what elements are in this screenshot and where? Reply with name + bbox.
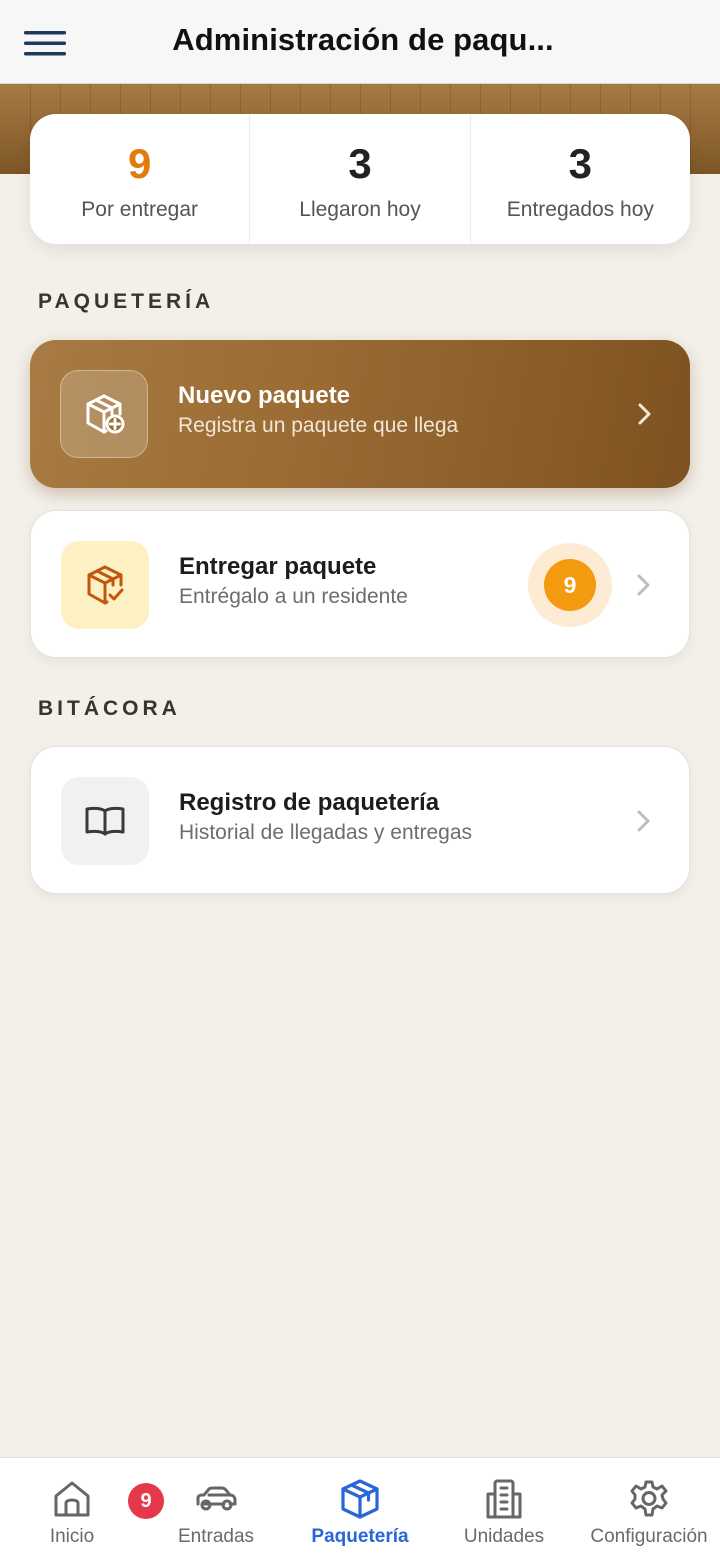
package-log-button[interactable]: Registro de paquetería Historial de lleg… <box>30 746 690 894</box>
stat-label: Entregados hoy <box>506 198 654 221</box>
stat-label: Por entregar <box>81 198 199 221</box>
card-subtitle: Registra un paquete que llega <box>178 414 459 437</box>
tab-configuracion[interactable]: Configuración <box>582 1458 716 1558</box>
package-icon <box>341 1479 379 1519</box>
new-package-button[interactable]: Nuevo paquete Registra un paquete que ll… <box>30 340 690 488</box>
tab-unidades[interactable]: Unidades <box>444 1458 564 1558</box>
tab-paqueteria[interactable]: Paquetería <box>300 1458 420 1558</box>
card-title: Registro de paquetería <box>179 789 440 816</box>
stat-value: 3 <box>568 140 592 187</box>
stat-por-entregar: 9 Por entregar <box>30 114 249 244</box>
package-check-icon <box>87 565 124 605</box>
home-icon <box>54 1481 90 1517</box>
card-title: Nuevo paquete <box>178 382 351 409</box>
bottom-tab-bar: Inicio Entradas 9 Paquetería Unidades Co… <box>0 1457 720 1558</box>
section-title-paqueteria: PAQUETERÍA <box>38 290 215 313</box>
stats-card: 9 Por entregar 3 Llegaron hoy 3 Entregad… <box>30 114 690 244</box>
pending-count-badge: 9 <box>528 543 612 627</box>
building-icon <box>486 1479 522 1519</box>
car-icon <box>196 1486 237 1511</box>
stat-label: Llegaron hoy <box>299 198 421 221</box>
chevron-right-icon <box>638 403 651 425</box>
tab-label: Unidades <box>463 1526 545 1547</box>
tab-label: Entradas <box>177 1526 255 1547</box>
stat-value: 3 <box>348 140 372 187</box>
chevron-right-icon <box>637 574 650 596</box>
package-log-icon-box <box>61 777 149 865</box>
deliver-package-icon-box <box>61 541 149 629</box>
card-subtitle: Entrégalo a un residente <box>179 585 408 608</box>
page-title: Administración de paqu... <box>172 22 554 57</box>
tab-label: Inicio <box>49 1526 95 1547</box>
card-subtitle: Historial de llegadas y entregas <box>179 821 472 844</box>
card-title: Entregar paquete <box>179 553 377 580</box>
package-plus-icon <box>86 394 125 434</box>
pending-count: 9 <box>544 559 596 611</box>
deliver-package-button[interactable]: Entregar paquete Entrégalo a un resident… <box>30 510 690 658</box>
tab-inicio[interactable]: Inicio <box>12 1458 132 1558</box>
stat-llegaron-hoy: 3 Llegaron hoy <box>249 114 469 244</box>
top-bar: Administración de paqu... <box>0 0 720 84</box>
section-title-bitacora: BITÁCORA <box>38 697 181 720</box>
entradas-badge: 9 <box>128 1483 164 1519</box>
tab-label: Configuración <box>590 1526 708 1547</box>
book-icon <box>85 806 125 836</box>
tab-label: Paquetería <box>311 1526 409 1547</box>
tab-entradas[interactable]: Entradas <box>156 1458 276 1558</box>
stat-entregados-hoy: 3 Entregados hoy <box>469 114 690 244</box>
chevron-right-icon <box>637 810 650 832</box>
stat-value: 9 <box>127 140 152 187</box>
gear-icon <box>630 1480 668 1517</box>
new-package-icon-box <box>60 370 148 458</box>
